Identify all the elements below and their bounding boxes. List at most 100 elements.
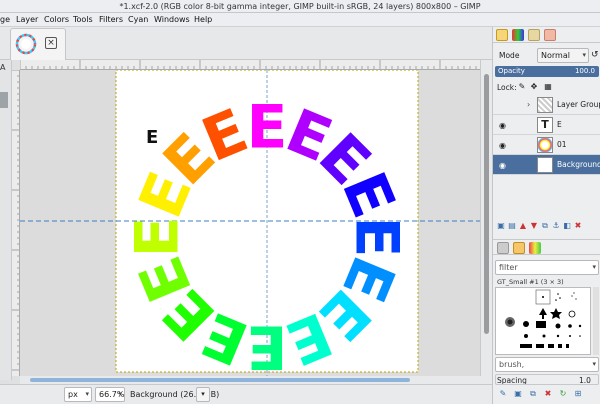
image-tab-strip: × bbox=[0, 27, 492, 60]
eye-icon[interactable]: ◉ bbox=[499, 161, 506, 170]
single-letter-e: E bbox=[146, 127, 158, 148]
vertical-scroll-thumb[interactable] bbox=[484, 74, 489, 334]
horizontal-ruler bbox=[20, 60, 480, 70]
chevron-down-icon[interactable]: ▾ bbox=[196, 387, 210, 402]
layer-row-selected[interactable]: ◉ Background bbox=[493, 155, 600, 175]
status-bar: px ▾ 66.7% ▾ Background (26.8 MB) ▾ bbox=[0, 384, 492, 404]
new-brush-icon[interactable]: ▣ bbox=[513, 389, 523, 399]
text-tool-icon[interactable]: A bbox=[0, 62, 9, 74]
brushes-dock-tabs bbox=[493, 239, 600, 255]
window-title: *1.xcf-2.0 (RGB color 8-bit gamma intege… bbox=[0, 0, 600, 13]
eye-icon[interactable]: ◉ bbox=[499, 141, 506, 150]
layer-name: Background bbox=[557, 160, 600, 169]
menu-help[interactable]: Help bbox=[194, 13, 212, 27]
brush-filter-placeholder: filter bbox=[499, 263, 518, 272]
vertical-scrollbar[interactable] bbox=[480, 60, 492, 376]
layers-tab-icon[interactable] bbox=[496, 29, 508, 41]
unit-select[interactable]: px ▾ bbox=[64, 387, 92, 402]
eye-icon[interactable]: ◉ bbox=[499, 121, 506, 130]
expand-chevron-icon[interactable]: › bbox=[527, 100, 530, 109]
menubar: ge Layer Colors Tools Filters Cyan Windo… bbox=[0, 13, 600, 27]
chevron-down-icon: ▾ bbox=[592, 360, 596, 368]
menu-image[interactable]: ge bbox=[0, 13, 10, 27]
zoom-select[interactable]: 66.7% ▾ bbox=[95, 387, 125, 402]
brush-thumbnails bbox=[505, 289, 582, 348]
chevron-down-icon: ▾ bbox=[582, 51, 586, 59]
chevron-down-icon: ▾ bbox=[118, 390, 122, 398]
mode-reset-icon[interactable]: ↺ bbox=[591, 50, 599, 60]
layer-row[interactable]: ◉ T E bbox=[493, 115, 600, 135]
vertical-ruler bbox=[12, 70, 20, 376]
text-layer-thumbnail: T bbox=[537, 117, 553, 133]
spacing-slider[interactable] bbox=[495, 374, 599, 385]
brush-scrollbar[interactable] bbox=[593, 287, 599, 355]
patterns-tab-icon[interactable] bbox=[513, 242, 525, 254]
layer-buttons: ▣ ▤ ▲ ▼ ⧉ ⚓ ◧ ✖ bbox=[493, 221, 600, 233]
brush-filter-input[interactable]: filter ▾ bbox=[495, 260, 599, 275]
image-layer-thumbnail bbox=[537, 137, 553, 153]
brushes-tab-icon[interactable] bbox=[497, 242, 509, 254]
lock-label: Lock: bbox=[497, 83, 517, 92]
mode-label: Mode bbox=[499, 51, 520, 60]
layer-name: Layer Group bbox=[557, 100, 600, 109]
menu-cyan[interactable]: Cyan bbox=[128, 13, 148, 27]
brush-buttons: ✎ ▣ ⧉ ✖ ↻ ⊞ bbox=[493, 388, 600, 402]
layer-row[interactable]: › Layer Group bbox=[493, 95, 600, 115]
menu-windows[interactable]: Windows bbox=[154, 13, 190, 27]
delete-brush-icon[interactable]: ✖ bbox=[543, 389, 553, 399]
unit-value: px bbox=[68, 390, 78, 399]
active-tool-icon[interactable] bbox=[0, 92, 8, 108]
menu-filters[interactable]: Filters bbox=[99, 13, 123, 27]
mode-select[interactable]: Normal ▾ bbox=[537, 48, 589, 63]
close-tab-icon[interactable]: × bbox=[45, 37, 57, 49]
menu-layer[interactable]: Layer bbox=[16, 13, 38, 27]
delete-layer-icon[interactable]: ✖ bbox=[573, 221, 583, 231]
right-dock: Mode Normal ▾ ↺ Opacity 100.0 Lock: ✎ ✥ ▦… bbox=[492, 27, 600, 404]
chevron-down-icon: ▾ bbox=[85, 390, 89, 398]
open-brush-icon[interactable]: ⊞ bbox=[573, 389, 583, 399]
horizontal-scrollbar[interactable] bbox=[20, 376, 492, 384]
brush-tag-input[interactable]: brush, ▾ bbox=[495, 357, 599, 372]
horizontal-ruler-ticks bbox=[20, 60, 477, 69]
duplicate-brush-icon[interactable]: ⧉ bbox=[528, 389, 538, 399]
opacity-slider[interactable]: Opacity 100.0 bbox=[495, 66, 599, 77]
image-tab[interactable]: × bbox=[10, 28, 66, 60]
layer-name: 01 bbox=[557, 140, 567, 149]
layer-name: E bbox=[557, 120, 562, 129]
vertical-ruler-ticks bbox=[12, 70, 19, 371]
menu-colors[interactable]: Colors bbox=[44, 13, 69, 27]
horizontal-scroll-thumb[interactable] bbox=[30, 378, 410, 382]
new-group-icon[interactable]: ▤ bbox=[507, 221, 517, 231]
edit-brush-icon[interactable]: ✎ bbox=[498, 389, 508, 399]
image-tab-thumbnail bbox=[15, 33, 37, 55]
undo-tab-icon[interactable] bbox=[544, 29, 556, 41]
lock-position-icon[interactable]: ✥ bbox=[529, 82, 539, 92]
mode-value: Normal bbox=[541, 51, 570, 60]
menu-tools[interactable]: Tools bbox=[73, 13, 93, 27]
mask-layer-icon[interactable]: ◧ bbox=[562, 221, 572, 231]
background-layer-thumbnail bbox=[537, 157, 553, 173]
opacity-value: 100.0 bbox=[574, 67, 595, 75]
opacity-label: Opacity bbox=[498, 67, 525, 75]
refresh-brushes-icon[interactable]: ↻ bbox=[558, 389, 568, 399]
lower-layer-icon[interactable]: ▼ bbox=[529, 221, 539, 231]
lock-alpha-icon[interactable]: ▦ bbox=[543, 82, 553, 92]
gradients-tab-icon[interactable] bbox=[529, 242, 541, 254]
layer-row[interactable]: ◉ 01 bbox=[493, 135, 600, 155]
brush-name: GT_Small #1 (3 × 3) bbox=[497, 278, 564, 286]
brush-tag-placeholder: brush, bbox=[499, 360, 525, 369]
image-canvas[interactable]: EEEEEEEEEEEEEEEE E bbox=[20, 70, 480, 376]
channels-tab-icon[interactable] bbox=[512, 29, 524, 41]
canvas-area[interactable]: EEEEEEEEEEEEEEEE E bbox=[20, 70, 480, 376]
toolbox: A bbox=[0, 60, 12, 380]
paths-tab-icon[interactable] bbox=[528, 29, 540, 41]
lock-pixels-icon[interactable]: ✎ bbox=[517, 82, 527, 92]
brush-grid[interactable] bbox=[495, 287, 591, 355]
layer-group-thumbnail bbox=[537, 97, 553, 113]
layers-dock-tabs bbox=[493, 27, 600, 43]
anchor-layer-icon[interactable]: ⚓ bbox=[551, 221, 561, 231]
new-layer-icon[interactable]: ▣ bbox=[496, 221, 506, 231]
raise-layer-icon[interactable]: ▲ bbox=[518, 221, 528, 231]
duplicate-layer-icon[interactable]: ⧉ bbox=[540, 221, 550, 231]
chevron-down-icon: ▾ bbox=[592, 263, 596, 271]
